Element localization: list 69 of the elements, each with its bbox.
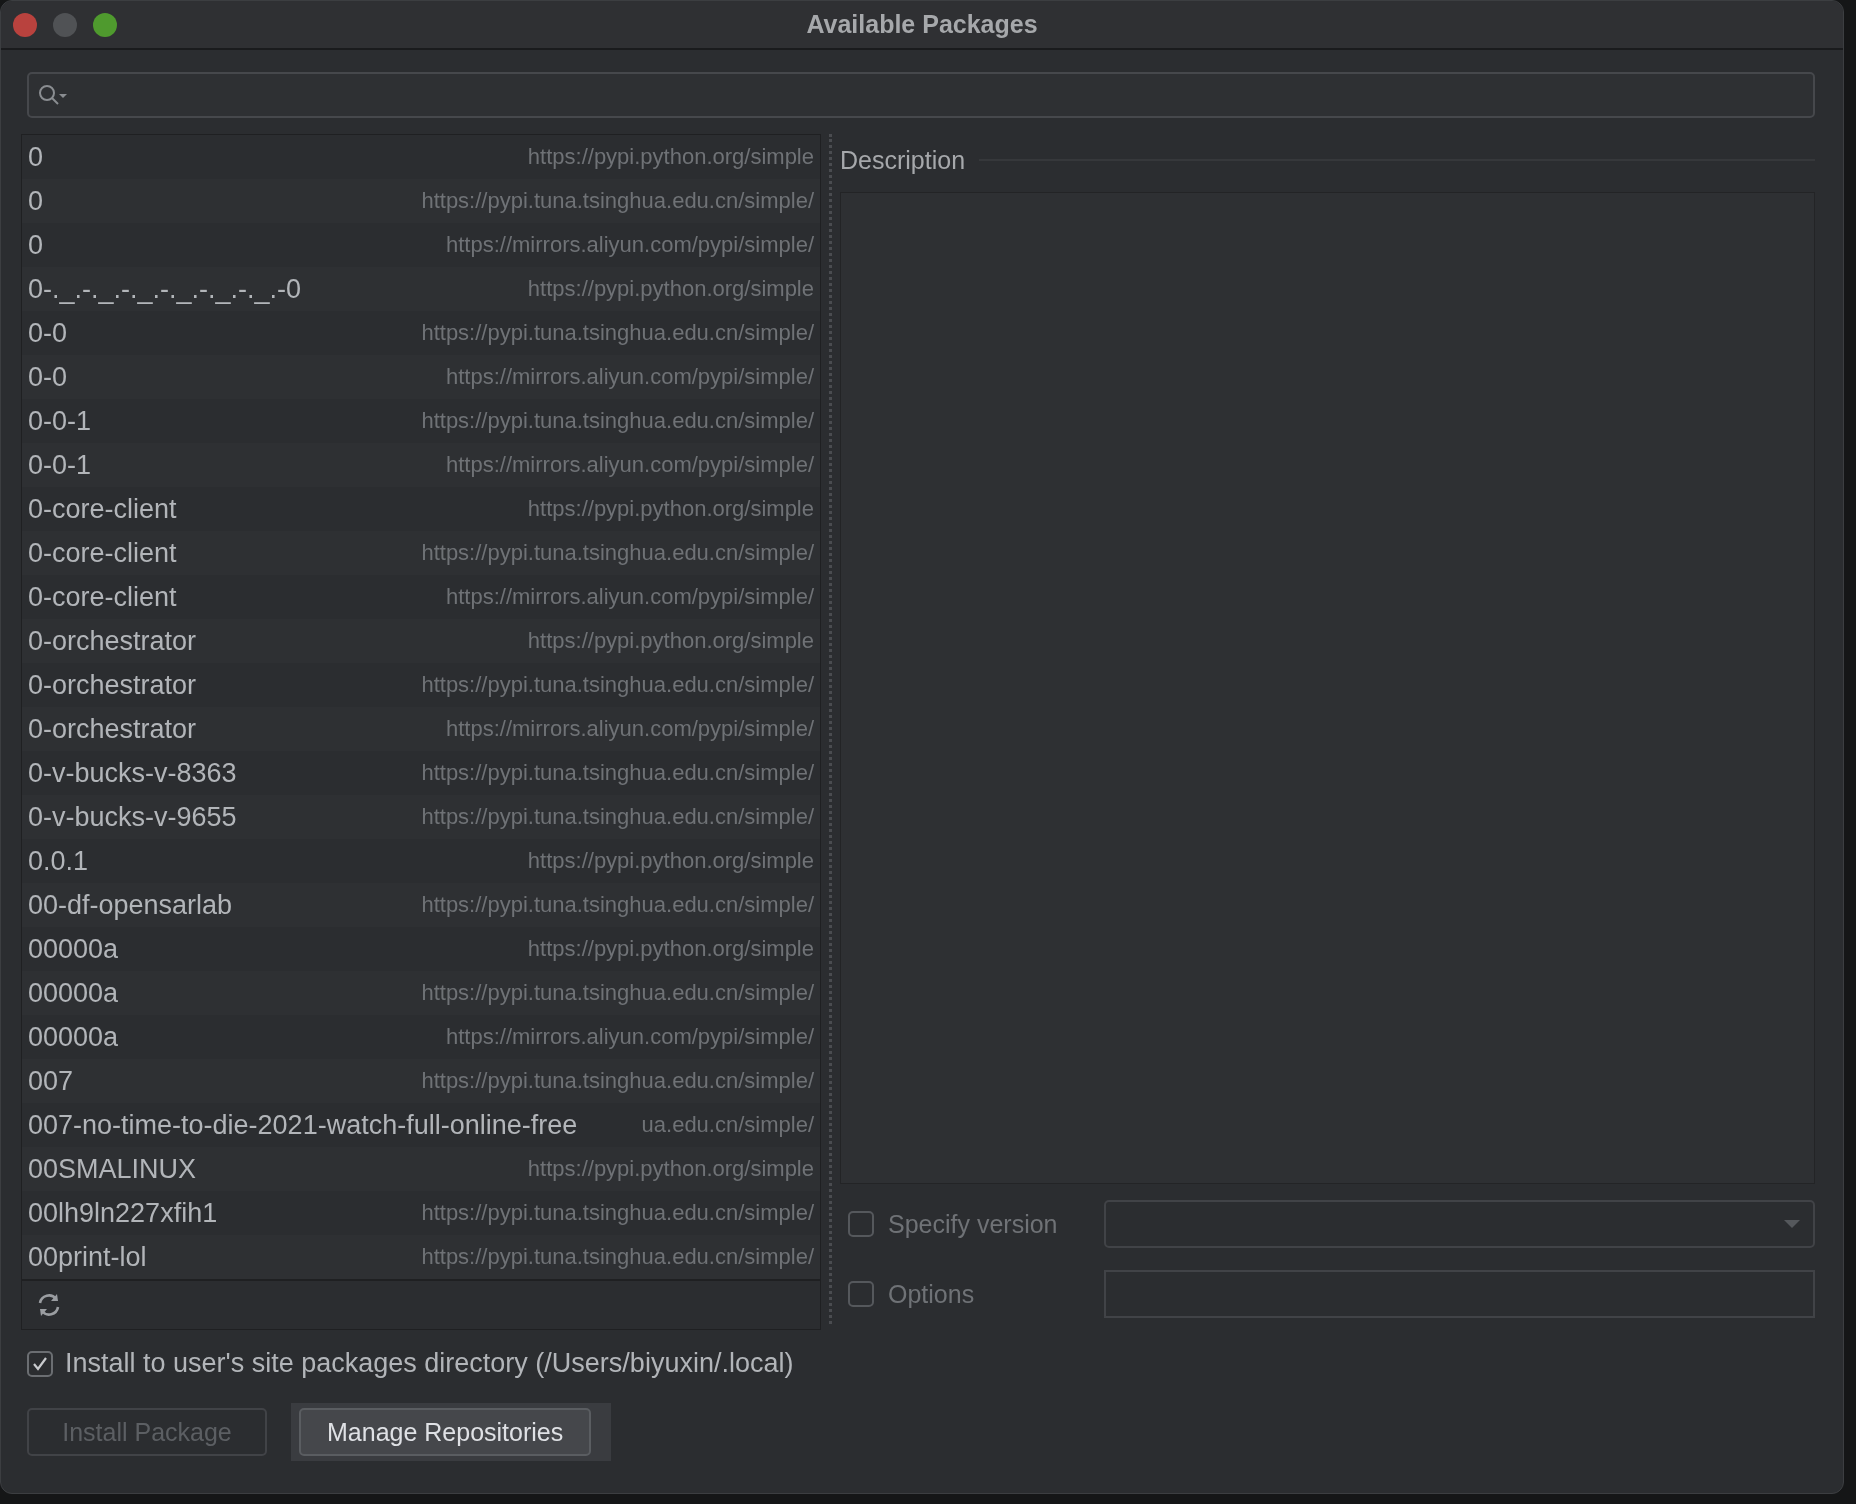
package-name: 0-orchestrator: [28, 713, 197, 745]
dropdown-arrow-icon: [1783, 1219, 1801, 1229]
checkbox-label: Install to user's site packages directory (/Users/biyuxin/.local): [65, 1348, 794, 1379]
repository-url: https://pypi.tuna.tsinghua.edu.cn/simple/: [421, 1200, 814, 1226]
package-name: 0-0-1: [28, 449, 92, 481]
package-name: 0-._.-._.-._.-._.-._.-._.-0: [28, 273, 302, 305]
checkbox[interactable]: [27, 1350, 53, 1377]
close-button[interactable]: [13, 12, 37, 37]
package-name: 00-df-opensarlab: [28, 889, 233, 921]
checkbox[interactable]: [848, 1281, 874, 1307]
repository-url: https://pypi.tuna.tsinghua.edu.cn/simple/: [421, 408, 814, 434]
package-name: 0-v-bucks-v-9655: [28, 801, 237, 833]
repository-url: https://pypi.tuna.tsinghua.edu.cn/simple/: [421, 980, 814, 1006]
repository-url: https://pypi.tuna.tsinghua.edu.cn/simple/: [421, 672, 814, 698]
repository-url: https://pypi.python.org/simple: [527, 496, 814, 522]
repository-url: https://mirrors.aliyun.com/pypi/simple/: [446, 716, 814, 742]
refresh-icon[interactable]: [36, 1292, 62, 1318]
minimize-button[interactable]: [53, 12, 77, 37]
version-dropdown[interactable]: [1104, 1200, 1815, 1248]
package-name: 00print-lol: [28, 1241, 147, 1273]
repository-url: https://pypi.tuna.tsinghua.edu.cn/simple/: [421, 892, 814, 918]
package-name: 00SMALINUX: [28, 1153, 197, 1185]
package-name: 00000a: [28, 933, 119, 965]
repository-url: https://pypi.tuna.tsinghua.edu.cn/simple/: [421, 1068, 814, 1094]
checkbox[interactable]: [848, 1211, 874, 1237]
repository-url: https://pypi.python.org/simple: [527, 848, 814, 874]
repository-url: https://mirrors.aliyun.com/pypi/simple/: [446, 584, 814, 610]
repository-url: https://mirrors.aliyun.com/pypi/simple/: [446, 452, 814, 478]
search-icon: [37, 83, 69, 107]
package-name: 00000a: [28, 977, 119, 1009]
repository-url: https://mirrors.aliyun.com/pypi/simple/: [446, 232, 814, 258]
repository-url: https://pypi.python.org/simple: [527, 936, 814, 962]
repository-url: https://pypi.python.org/simple: [527, 144, 814, 170]
package-name: 0-0: [28, 361, 68, 393]
checkbox-label: Options: [887, 1279, 976, 1309]
package-name: 0: [28, 141, 44, 173]
package-name: 0: [28, 229, 44, 261]
zoom-button[interactable]: [93, 12, 117, 37]
repository-url: https://mirrors.aliyun.com/pypi/simple/: [446, 364, 814, 390]
package-name: 007: [28, 1065, 74, 1097]
repository-url: https://mirrors.aliyun.com/pypi/simple/: [446, 1024, 814, 1050]
package-name: 0: [28, 185, 44, 217]
package-name: 0-orchestrator: [28, 625, 197, 657]
package-name: 00lh9ln227xfih1: [28, 1197, 218, 1229]
package-name: 0-v-bucks-v-8363: [28, 757, 237, 789]
description-heading: Description: [840, 145, 966, 175]
repository-url: https://pypi.python.org/simple: [527, 276, 814, 302]
repository-url: https://pypi.python.org/simple: [527, 1156, 814, 1182]
repository-url: https://pypi.tuna.tsinghua.edu.cn/simple/: [421, 540, 814, 566]
package-name: 0-0-1: [28, 405, 92, 437]
repository-url: https://pypi.tuna.tsinghua.edu.cn/simple/: [421, 804, 814, 830]
package-name: 0-core-client: [28, 537, 177, 569]
repository-url: https://pypi.python.org/simple: [527, 628, 814, 654]
package-name: 0-core-client: [28, 493, 177, 525]
repository-url: https://pypi.tuna.tsinghua.edu.cn/simple/: [421, 760, 814, 786]
manage-repositories-button[interactable]: Manage Repositories: [299, 1408, 592, 1456]
window-title: Available Packages: [806, 10, 1038, 39]
search-field[interactable]: [27, 72, 1815, 118]
package-name: 0-orchestrator: [28, 669, 197, 701]
repository-url: https://pypi.tuna.tsinghua.edu.cn/simple/: [421, 320, 814, 346]
package-name: 0.0.1: [28, 845, 89, 877]
repository-url: https://pypi.tuna.tsinghua.edu.cn/simple/: [421, 1244, 814, 1270]
checkbox-label: Specify version: [887, 1209, 1059, 1239]
package-name: 00000a: [28, 1021, 119, 1053]
package-name: 0-core-client: [28, 581, 177, 613]
package-name: 0-0: [28, 317, 68, 349]
repository-url: https://pypi.tuna.tsinghua.edu.cn/simple/: [421, 188, 814, 214]
repository-url: ua.edu.cn/simple/: [641, 1112, 814, 1138]
package-name: 007-no-time-to-die-2021-watch-full-online-free: [28, 1109, 578, 1141]
